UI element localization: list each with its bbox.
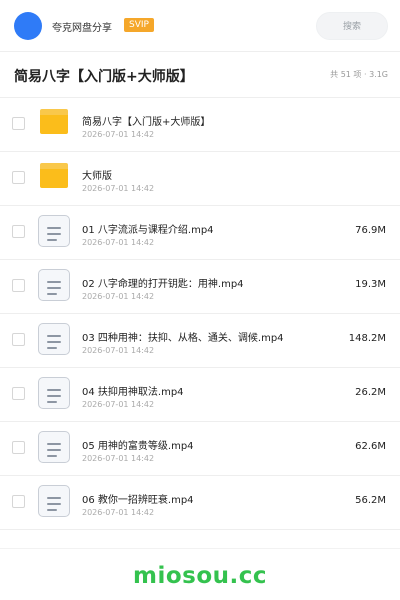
select-checkbox[interactable]: [12, 117, 25, 130]
folder-icon: [40, 109, 68, 134]
search-input[interactable]: 搜索: [316, 12, 388, 40]
footer: miosou.cc: [0, 548, 400, 600]
share-name: 夸克网盘分享: [52, 23, 112, 34]
folder-icon: [40, 163, 68, 188]
select-checkbox[interactable]: [12, 495, 25, 508]
file-icon: [38, 431, 70, 463]
select-checkbox[interactable]: [12, 225, 25, 238]
item-size: 76.9M: [355, 225, 386, 236]
item-date: 2026-07-01 14:42: [82, 454, 155, 463]
file-icon: [38, 377, 70, 409]
page-title: 简易八字【入门版+大师版】: [14, 69, 194, 85]
select-checkbox[interactable]: [12, 279, 25, 292]
item-size: 148.2M: [348, 333, 386, 344]
select-checkbox[interactable]: [12, 333, 25, 346]
item-size: 19.3M: [355, 279, 386, 290]
item-date: 2026-07-01 14:42: [82, 184, 155, 193]
list-item[interactable]: 05 用神的富贵等级.mp4 2026-07-01 14:42 62.6M: [0, 422, 400, 476]
item-name: 05 用神的富贵等级.mp4: [82, 441, 194, 452]
file-icon: [38, 215, 70, 247]
item-date: 2026-07-01 14:42: [82, 400, 155, 409]
file-icon: [38, 269, 70, 301]
item-name: 03 四种用神：扶抑、从格、通关、调候.mp4: [82, 333, 284, 344]
item-date: 2026-07-01 14:42: [82, 292, 155, 301]
file-icon: [38, 485, 70, 517]
file-list: 简易八字【入门版+大师版】 2026-07-01 14:42 大师版 2026-…: [0, 98, 400, 530]
list-item[interactable]: 03 四种用神：扶抑、从格、通关、调候.mp4 2026-07-01 14:42…: [0, 314, 400, 368]
item-size: 26.2M: [355, 387, 386, 398]
item-size: 62.6M: [355, 441, 386, 452]
item-name: 01 八字流派与课程介绍.mp4: [82, 225, 214, 236]
item-date: 2026-07-01 14:42: [82, 238, 155, 247]
list-item[interactable]: 大师版 2026-07-01 14:42: [0, 152, 400, 206]
select-checkbox[interactable]: [12, 441, 25, 454]
item-name: 04 扶抑用神取法.mp4: [82, 387, 184, 398]
list-item[interactable]: 04 扶抑用神取法.mp4 2026-07-01 14:42 26.2M: [0, 368, 400, 422]
item-date: 2026-07-01 14:42: [82, 130, 155, 139]
item-size: 56.2M: [355, 495, 386, 506]
select-checkbox[interactable]: [12, 171, 25, 184]
list-item[interactable]: 02 八字命理的打开钥匙：用神.mp4 2026-07-01 14:42 19.…: [0, 260, 400, 314]
svip-badge: SVIP: [124, 18, 154, 32]
title-bar: 简易八字【入门版+大师版】 共 51 项 · 3.1G: [0, 52, 400, 98]
item-count-size: 共 51 项 · 3.1G: [330, 70, 388, 79]
select-checkbox[interactable]: [12, 387, 25, 400]
list-item[interactable]: 简易八字【入门版+大师版】 2026-07-01 14:42: [0, 98, 400, 152]
site-watermark: miosou.cc: [132, 563, 268, 589]
item-date: 2026-07-01 14:42: [82, 346, 155, 355]
item-name: 06 教你一招辨旺衰.mp4: [82, 495, 194, 506]
item-name: 简易八字【入门版+大师版】: [82, 117, 211, 128]
item-name: 02 八字命理的打开钥匙：用神.mp4: [82, 279, 244, 290]
item-name: 大师版: [82, 171, 112, 182]
avatar[interactable]: [14, 12, 42, 40]
file-icon: [38, 323, 70, 355]
item-date: 2026-07-01 14:42: [82, 508, 155, 517]
list-item[interactable]: 06 教你一招辨旺衰.mp4 2026-07-01 14:42 56.2M: [0, 476, 400, 530]
list-item[interactable]: 01 八字流派与课程介绍.mp4 2026-07-01 14:42 76.9M: [0, 206, 400, 260]
app-header: 夸克网盘分享 SVIP 搜索: [0, 0, 400, 52]
